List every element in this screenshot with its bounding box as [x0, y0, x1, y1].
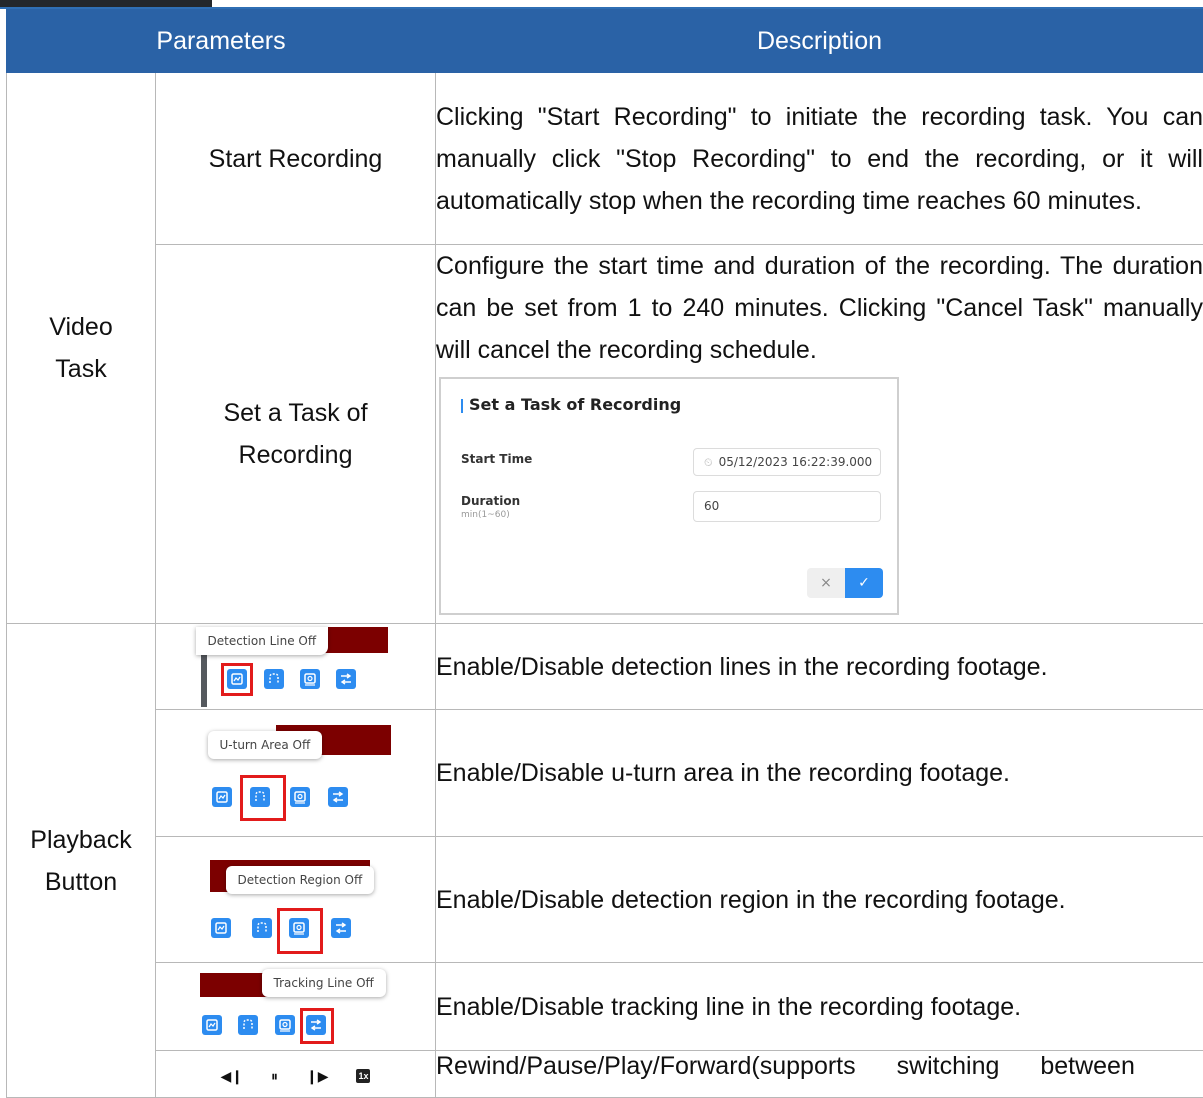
- highlight-box: [300, 1008, 334, 1044]
- header-parameters: Parameters: [7, 10, 436, 73]
- param-set-task-line2: Recording: [239, 441, 353, 469]
- top-dark-tab: [0, 0, 212, 7]
- detection-region-icon: [290, 787, 310, 807]
- tracking-line-icon: [328, 787, 348, 807]
- param-start-recording: Start Recording: [156, 73, 436, 245]
- thumb-uturn-area: U-turn Area Off: [156, 710, 436, 837]
- duration-hint: min(1~60): [461, 509, 510, 521]
- highlight-box: [240, 775, 286, 821]
- thumb-tracking-line: Tracking Line Off: [156, 963, 436, 1051]
- detection-line-icon: [212, 787, 232, 807]
- header-description: Description: [436, 10, 1203, 73]
- desc-playback-controls: Rewind/Pause/Play/Forward(supports switc…: [436, 1051, 1203, 1098]
- table-row: Playback Button Detection Line Off Enabl…: [7, 624, 1203, 710]
- param-set-task-line1: Set a Task of: [223, 399, 367, 427]
- confirm-icon: ✓: [845, 568, 883, 598]
- rewind-icon: ◀❙: [221, 1055, 244, 1097]
- detection-region-icon: [275, 1015, 295, 1035]
- table-row: Detection Region Off Enable/Disable dete…: [7, 837, 1203, 963]
- thumb-detection-region: Detection Region Off: [156, 837, 436, 963]
- tracking-line-icon: [331, 918, 351, 938]
- desc-detection-line: Enable/Disable detection lines in the re…: [436, 624, 1203, 710]
- task-dialog-screenshot: Set a Task of Recording Start Time ⏲ 05/1…: [439, 377, 899, 615]
- group-label-line1: Video: [49, 313, 113, 341]
- uturn-area-icon: [238, 1015, 258, 1035]
- start-time-value: 05/12/2023 16:22:39.000: [719, 455, 873, 469]
- table-row: Video Task Start Recording Clicking "Sta…: [7, 73, 1203, 245]
- start-time-field: ⏲ 05/12/2023 16:22:39.000: [693, 448, 881, 476]
- param-set-task: Set a Task of Recording: [156, 245, 436, 624]
- speed-icon: 1x: [356, 1069, 370, 1083]
- table-row: Tracking Line Off Enable/Disable trackin…: [7, 963, 1203, 1051]
- dialog-title-accent: [461, 399, 463, 413]
- uturn-area-icon: [252, 918, 272, 938]
- parameters-table: Parameters Description Video Task Start …: [6, 9, 1203, 1098]
- group-label-line2: Button: [45, 868, 117, 896]
- cancel-icon: ×: [807, 568, 845, 598]
- duration-label: Duration: [461, 493, 520, 509]
- dialog-title: Set a Task of Recording: [469, 393, 681, 417]
- desc-uturn-area: Enable/Disable u-turn area in the record…: [436, 710, 1203, 837]
- highlight-box: [277, 908, 323, 954]
- group-label-line1: Playback: [30, 826, 131, 854]
- duration-field: 60: [693, 491, 881, 522]
- clock-icon: ⏲: [704, 456, 713, 469]
- table-row: Set a Task of Recording Configure the st…: [7, 245, 1203, 624]
- footage-edge: [201, 647, 207, 707]
- table-row: U-turn Area Off Enable/Disable u-turn ar…: [7, 710, 1203, 837]
- pause-icon: ⏸: [271, 1055, 278, 1097]
- desc-start-recording: Clicking "Start Recording" to initiate t…: [436, 73, 1203, 245]
- tooltip: Tracking Line Off: [262, 969, 386, 997]
- group-video-task: Video Task: [7, 73, 156, 624]
- desc-set-task-text: Configure the start time and duration of…: [436, 245, 1203, 371]
- desc-set-task: Configure the start time and duration of…: [436, 245, 1203, 624]
- uturn-area-icon: [264, 669, 284, 689]
- tooltip: Detection Region Off: [226, 866, 375, 894]
- table-header-row: Parameters Description: [7, 10, 1203, 73]
- tracking-line-icon: [336, 669, 356, 689]
- table-row: ◀❙ ⏸ ❙▶ 1x Rewind/Pause/Play/Forward(sup…: [7, 1051, 1203, 1098]
- highlight-box: [221, 663, 253, 696]
- start-time-label: Start Time: [461, 451, 532, 467]
- play-icon: ❙▶: [306, 1055, 329, 1097]
- thumb-detection-line: Detection Line Off: [156, 624, 436, 710]
- group-playback-button: Playback Button: [7, 624, 156, 1098]
- thumb-playback-controls: ◀❙ ⏸ ❙▶ 1x: [156, 1051, 436, 1098]
- group-label-line2: Task: [55, 355, 106, 383]
- desc-tracking-line: Enable/Disable tracking line in the reco…: [436, 963, 1203, 1051]
- detection-region-icon: [300, 669, 320, 689]
- detection-line-icon: [211, 918, 231, 938]
- tooltip: Detection Line Off: [196, 627, 329, 655]
- detection-line-icon: [202, 1015, 222, 1035]
- desc-detection-region: Enable/Disable detection region in the r…: [436, 837, 1203, 963]
- tooltip: U-turn Area Off: [208, 731, 323, 759]
